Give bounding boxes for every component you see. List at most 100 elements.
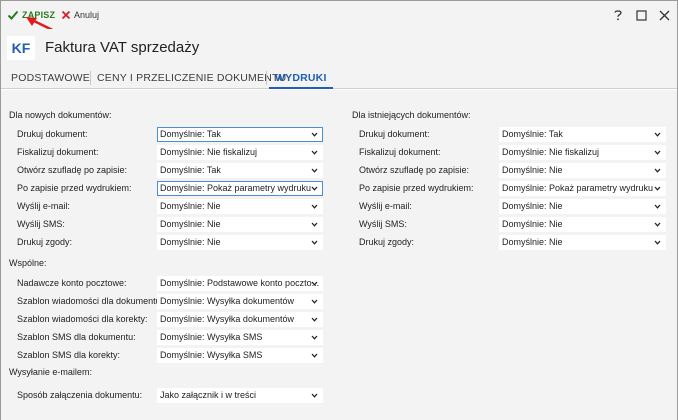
- select-value: Jako załącznik i w treści: [160, 390, 257, 400]
- select-attachment-method[interactable]: Jako załącznik i w treści: [157, 388, 323, 403]
- tab-podstawowe[interactable]: PODSTAWOWE: [11, 67, 90, 89]
- select-open-drawer[interactable]: Domyślnie: Tak: [157, 163, 323, 178]
- select-value: Domyślnie: Tak: [160, 165, 221, 175]
- row-send-sms: Wyślij SMS: Domyślnie: Nie: [17, 217, 323, 232]
- select-sms-template-correction[interactable]: Domyślnie: Wysyłka SMS: [157, 348, 323, 363]
- select-sender-mailbox[interactable]: Domyślnie: Podstawowe konto poczto...: [157, 276, 323, 291]
- select-print-consents[interactable]: Domyślnie: Nie: [157, 235, 323, 250]
- row-send-email-existing: Wyślij e-mail: Domyślnie: Nie: [359, 199, 666, 214]
- field-label: Drukuj zgody:: [359, 237, 415, 247]
- chevron-down-icon: [311, 393, 318, 398]
- chevron-down-icon: [311, 353, 318, 358]
- row-after-save-existing: Po zapisie przed wydrukiem: Domyślnie: P…: [359, 181, 666, 196]
- close-button[interactable]: [656, 7, 672, 23]
- select-value: Domyślnie: Nie fiskalizuj: [160, 147, 258, 157]
- page-title: Faktura VAT sprzedaży: [45, 39, 200, 56]
- select-value: Domyślnie: Tak: [502, 129, 563, 139]
- select-send-sms-existing[interactable]: Domyślnie: Nie: [499, 217, 666, 232]
- section-title-existing-docs: Dla istniejących dokumentów:: [352, 110, 471, 120]
- chevron-down-icon: [311, 132, 318, 137]
- select-send-email-existing[interactable]: Domyślnie: Nie: [499, 199, 666, 214]
- chevron-down-icon: [654, 150, 661, 155]
- chevron-down-icon: [654, 240, 661, 245]
- row-sms-template-correction: Szablon SMS dla korekty: Domyślnie: Wysy…: [17, 348, 323, 363]
- select-value: Domyślnie: Nie: [502, 237, 563, 247]
- select-open-drawer-existing[interactable]: Domyślnie: Nie: [499, 163, 666, 178]
- chevron-down-icon: [311, 240, 318, 245]
- chevron-down-icon: [311, 317, 318, 322]
- field-label: Po zapisie przed wydrukiem:: [17, 183, 132, 193]
- maximize-button[interactable]: [633, 7, 649, 23]
- field-label: Fiskalizuj dokument:: [17, 147, 99, 157]
- select-message-template-document[interactable]: Domyślnie: Wysyłka dokumentów: [157, 294, 323, 309]
- chevron-down-icon: [311, 168, 318, 173]
- tab-divider: [90, 71, 91, 85]
- field-label: Sposób załączenia dokumentu:: [17, 390, 143, 400]
- field-label: Fiskalizuj dokument:: [359, 147, 441, 157]
- checkmark-icon: [7, 10, 19, 20]
- row-attachment-method: Sposób załączenia dokumentu: Jako załącz…: [17, 388, 323, 403]
- select-send-sms[interactable]: Domyślnie: Nie: [157, 217, 323, 232]
- select-print-document[interactable]: Domyślnie: Tak: [157, 127, 323, 142]
- row-fiscalize-existing: Fiskalizuj dokument: Domyślnie: Nie fisk…: [359, 145, 666, 160]
- select-value: Domyślnie: Nie: [160, 219, 221, 229]
- row-send-email: Wyślij e-mail: Domyślnie: Nie: [17, 199, 323, 214]
- select-after-save-existing[interactable]: Domyślnie: Pokaż parametry wydruku: [499, 181, 666, 196]
- document-header: KF Faktura VAT sprzedaży: [1, 29, 677, 67]
- field-label: Drukuj zgody:: [17, 237, 73, 247]
- select-message-template-correction[interactable]: Domyślnie: Wysyłka dokumentów: [157, 312, 323, 327]
- select-value: Domyślnie: Tak: [160, 129, 221, 139]
- select-value: Domyślnie: Wysyłka dokumentów: [160, 314, 294, 324]
- field-label: Po zapisie przed wydrukiem:: [359, 183, 474, 193]
- select-value: Domyślnie: Nie fiskalizuj: [502, 147, 600, 157]
- select-value: Domyślnie: Nie: [502, 219, 563, 229]
- select-print-document-existing[interactable]: Domyślnie: Tak: [499, 127, 666, 142]
- field-label: Szablon SMS dla korekty:: [17, 350, 121, 360]
- select-print-consents-existing[interactable]: Domyślnie: Nie: [499, 235, 666, 250]
- select-after-save[interactable]: Domyślnie: Pokaż parametry wydruku: [157, 181, 323, 196]
- select-send-email[interactable]: Domyślnie: Nie: [157, 199, 323, 214]
- section-title-new-docs: Dla nowych dokumentów:: [9, 110, 112, 120]
- help-icon: [614, 10, 622, 21]
- select-value: Domyślnie: Nie: [502, 165, 563, 175]
- row-sender-mailbox: Nadawcze konto pocztowe: Domyślnie: Pods…: [17, 276, 323, 291]
- tab-bar: PODSTAWOWE CENY I PRZELICZENIE DOKUMENTU…: [1, 67, 677, 89]
- chevron-down-icon: [654, 222, 661, 227]
- tab-ceny[interactable]: CENY I PRZELICZENIE DOKUMENTU: [97, 67, 286, 89]
- chevron-down-icon: [311, 150, 318, 155]
- chevron-down-icon: [311, 299, 318, 304]
- chevron-down-icon: [311, 186, 318, 191]
- tab-wydruki[interactable]: WYDRUKI: [269, 67, 333, 89]
- field-label: Szablon SMS dla dokumentu:: [17, 332, 136, 342]
- section-title-common: Wspólne:: [9, 258, 47, 268]
- field-label: Drukuj dokument:: [17, 129, 88, 139]
- select-value: Domyślnie: Nie: [160, 237, 221, 247]
- document-type-avatar: KF: [7, 36, 35, 60]
- select-sms-template-document[interactable]: Domyślnie: Wysyłka SMS: [157, 330, 323, 345]
- field-label: Szablon wiadomości dla dokumentu:: [17, 296, 164, 306]
- row-message-template-document: Szablon wiadomości dla dokumentu: Domyśl…: [17, 294, 323, 309]
- select-value: Domyślnie: Pokaż parametry wydruku: [160, 183, 312, 193]
- chevron-down-icon: [654, 132, 661, 137]
- row-after-save: Po zapisie przed wydrukiem: Domyślnie: P…: [17, 181, 323, 196]
- row-sms-template-document: Szablon SMS dla dokumentu: Domyślnie: Wy…: [17, 330, 323, 345]
- row-open-drawer: Otwórz szufladę po zapisie: Domyślnie: T…: [17, 163, 323, 178]
- close-icon: [659, 10, 669, 20]
- select-value: Domyślnie: Nie: [502, 201, 563, 211]
- help-button[interactable]: [610, 7, 626, 23]
- select-fiscalize-document[interactable]: Domyślnie: Nie fiskalizuj: [157, 145, 323, 160]
- field-label: Szablon wiadomości dla korekty:: [17, 314, 148, 324]
- field-label: Drukuj dokument:: [359, 129, 430, 139]
- select-value: Domyślnie: Wysyłka SMS: [160, 350, 263, 360]
- field-label: Wyślij SMS:: [359, 219, 407, 229]
- row-fiscalize-document: Fiskalizuj dokument: Domyślnie: Nie fisk…: [17, 145, 323, 160]
- select-value: Domyślnie: Wysyłka dokumentów: [160, 296, 294, 306]
- select-fiscalize-existing[interactable]: Domyślnie: Nie fiskalizuj: [499, 145, 666, 160]
- field-label: Wyślij e-mail:: [17, 201, 70, 211]
- row-print-consents: Drukuj zgody: Domyślnie: Nie: [17, 235, 323, 250]
- chevron-down-icon: [654, 186, 661, 191]
- tab-divider: [266, 71, 267, 85]
- toolbar: ZAPISZ Anuluj: [1, 1, 677, 29]
- chevron-down-icon: [311, 281, 318, 286]
- select-value: Domyślnie: Pokaż parametry wydruku: [502, 183, 654, 193]
